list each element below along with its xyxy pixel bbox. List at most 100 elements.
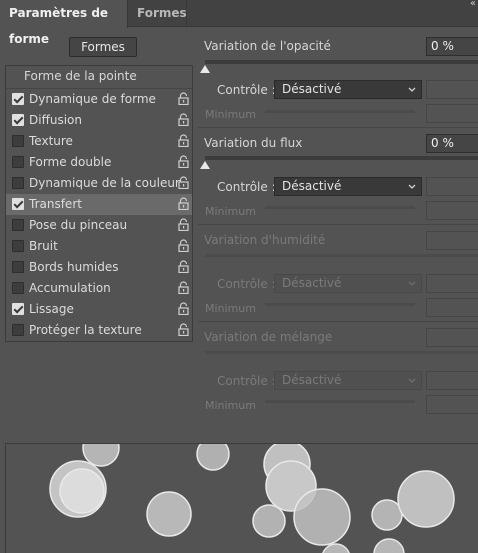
flow-jitter-slider[interactable]	[205, 156, 478, 160]
list-item[interactable]: Protéger la texture	[6, 320, 192, 341]
option-label: Diffusion	[29, 113, 82, 127]
lock-icon[interactable]	[178, 260, 189, 273]
flow-jitter-label: Variation du flux	[204, 136, 303, 150]
lock-icon[interactable]	[178, 92, 189, 105]
opacity-jitter-label: Variation de l'opacité	[204, 39, 331, 53]
wetness-minimum-slider[interactable]	[265, 303, 415, 306]
option-checkbox[interactable]	[12, 135, 24, 147]
section-divider	[198, 224, 478, 225]
option-label: Protéger la texture	[29, 323, 142, 337]
chevron-down-icon	[408, 378, 416, 383]
opacity-jitter-input[interactable]: 0 %	[426, 37, 478, 56]
flow-minimum-label: Minimum	[205, 205, 256, 218]
mix-control-select[interactable]: Désactivé	[274, 371, 422, 390]
option-label: Bruit	[29, 239, 58, 253]
mix-jitter-label: Variation de mélange	[204, 330, 333, 344]
lock-icon[interactable]	[178, 176, 189, 189]
lock-icon[interactable]	[178, 218, 189, 231]
list-item[interactable]: Accumulation	[6, 278, 192, 299]
option-checkbox[interactable]	[12, 156, 24, 168]
list-item[interactable]: Dynamique de la couleur	[6, 173, 192, 194]
option-checkbox[interactable]	[12, 177, 24, 189]
brush-stroke-preview	[5, 443, 478, 553]
opacity-minimum-label: Minimum	[205, 108, 256, 121]
tab-brush-settings[interactable]: Paramètres de forme	[0, 0, 128, 46]
lock-icon[interactable]	[178, 134, 189, 147]
option-label: Forme double	[29, 155, 112, 169]
opacity-minimum-input[interactable]	[426, 104, 478, 123]
section-divider	[198, 127, 478, 128]
brushes-button[interactable]: Formes	[69, 37, 137, 57]
lock-icon[interactable]	[178, 155, 189, 168]
option-checkbox[interactable]	[12, 261, 24, 273]
list-item[interactable]: Diffusion	[6, 110, 192, 131]
mix-control-input[interactable]	[426, 371, 478, 390]
chevron-down-icon	[408, 184, 416, 189]
flow-control-select[interactable]: Désactivé	[274, 177, 422, 196]
list-item[interactable]: Dynamique de forme	[6, 89, 192, 110]
mix-minimum-slider[interactable]	[265, 400, 415, 403]
option-checkbox[interactable]	[12, 114, 24, 126]
list-item[interactable]: Pose du pinceau	[6, 215, 192, 236]
option-checkbox[interactable]	[12, 240, 24, 252]
list-item[interactable]: Lissage	[6, 299, 192, 320]
wetness-jitter-input[interactable]	[426, 231, 478, 250]
section-divider	[198, 321, 478, 322]
lock-icon[interactable]	[178, 197, 189, 210]
flow-control-label: Contrôle :	[217, 180, 276, 194]
option-checkbox[interactable]	[12, 198, 24, 210]
option-label: Texture	[29, 134, 73, 148]
flow-minimum-input[interactable]	[426, 201, 478, 220]
flow-control-input[interactable]	[426, 177, 478, 196]
mix-jitter-slider[interactable]	[205, 351, 478, 354]
wetness-control-input[interactable]	[426, 274, 478, 293]
flow-jitter-slider-handle[interactable]	[200, 161, 210, 169]
lock-icon[interactable]	[178, 302, 189, 315]
list-item[interactable]: Bords humides	[6, 257, 192, 278]
list-item[interactable]: Transfert	[6, 194, 192, 215]
option-checkbox[interactable]	[12, 282, 24, 294]
mix-jitter-input[interactable]	[426, 328, 478, 347]
opacity-control-value: Désactivé	[282, 82, 342, 96]
option-checkbox[interactable]	[12, 303, 24, 315]
chevron-down-icon	[408, 281, 416, 286]
wetness-minimum-label: Minimum	[205, 302, 256, 315]
opacity-control-select[interactable]: Désactivé	[274, 80, 422, 99]
list-item[interactable]: Bruit	[6, 236, 192, 257]
lock-icon[interactable]	[178, 239, 189, 252]
opacity-minimum-slider[interactable]	[265, 110, 415, 113]
mix-control-value: Désactivé	[282, 373, 342, 387]
option-label: Dynamique de la couleur	[29, 176, 180, 190]
list-item[interactable]: Forme double	[6, 152, 192, 173]
lock-icon[interactable]	[178, 113, 189, 126]
option-label: Pose du pinceau	[29, 218, 128, 232]
mix-minimum-input[interactable]	[426, 395, 478, 414]
collapse-panel-icon[interactable]: ‹‹	[470, 0, 476, 9]
lock-icon[interactable]	[178, 281, 189, 294]
mix-minimum-label: Minimum	[205, 399, 256, 412]
wetness-control-label: Contrôle :	[217, 277, 276, 291]
brush-tip-shape-item[interactable]: Forme de la pointe	[24, 69, 137, 83]
option-checkbox[interactable]	[12, 324, 24, 336]
wetness-control-select[interactable]: Désactivé	[274, 274, 422, 293]
option-label: Lissage	[29, 302, 74, 316]
flow-minimum-slider[interactable]	[265, 206, 415, 209]
flow-jitter-input[interactable]: 0 %	[426, 134, 478, 153]
option-checkbox[interactable]	[12, 93, 24, 105]
opacity-jitter-slider-handle[interactable]	[200, 65, 210, 73]
wetness-jitter-slider[interactable]	[205, 254, 478, 257]
scatter-dabs-preview	[49, 444, 455, 553]
option-label: Accumulation	[29, 281, 111, 295]
panel-tab-bar: Paramètres de forme Formes ‹‹	[0, 0, 478, 46]
wetness-minimum-input[interactable]	[426, 298, 478, 317]
option-checkbox[interactable]	[12, 219, 24, 231]
option-label: Transfert	[29, 197, 82, 211]
opacity-control-input[interactable]	[426, 80, 478, 99]
tab-brushes[interactable]: Formes	[129, 0, 187, 27]
lock-icon[interactable]	[178, 323, 189, 336]
opacity-jitter-slider[interactable]	[205, 60, 478, 64]
option-label: Dynamique de forme	[29, 92, 156, 106]
mix-control-label: Contrôle :	[217, 374, 276, 388]
wetness-control-value: Désactivé	[282, 276, 342, 290]
list-item[interactable]: Texture	[6, 131, 192, 152]
